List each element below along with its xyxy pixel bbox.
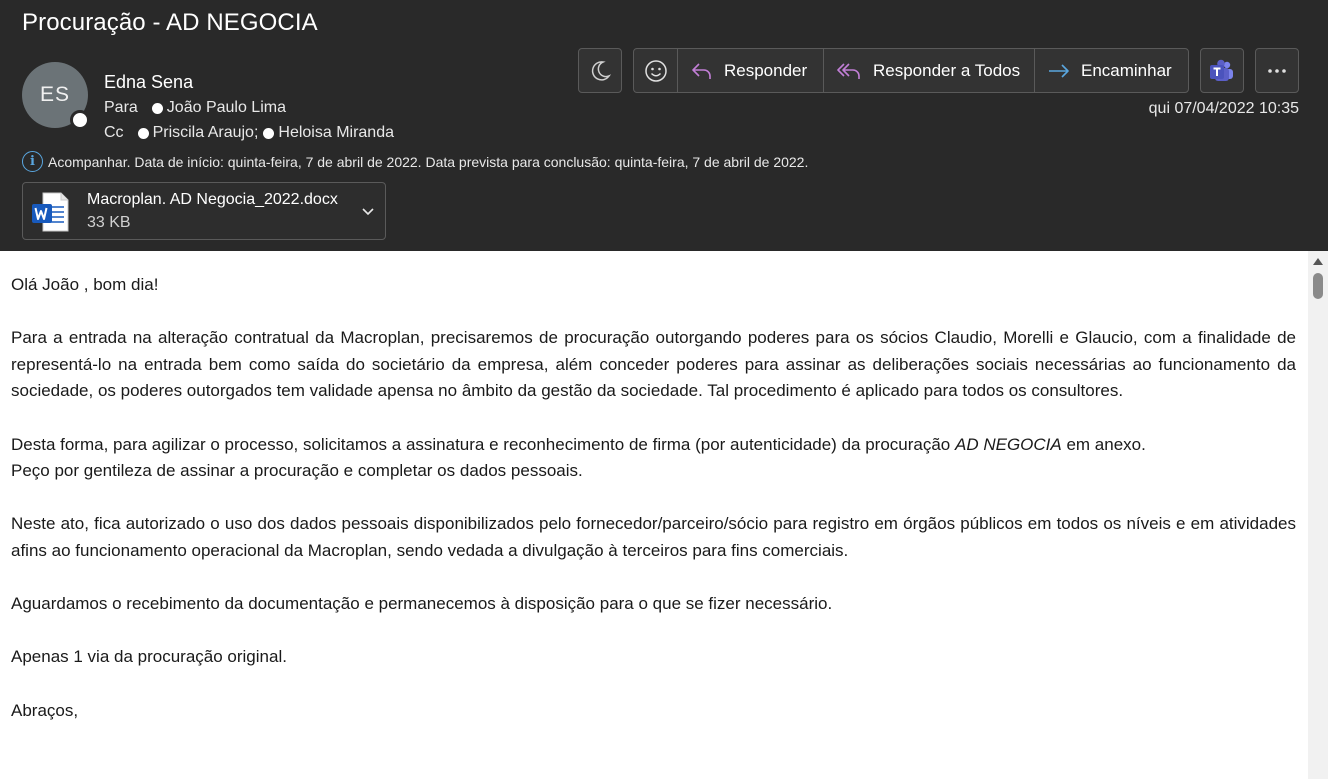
- to-label: Para: [104, 99, 138, 116]
- follow-up-info: i Acompanhar. Data de início: quinta-fei…: [22, 151, 808, 172]
- more-icon: [1268, 68, 1286, 73]
- attachment-name: Macroplan. AD Negocia_2022.docx: [87, 191, 338, 208]
- reply-all-button[interactable]: Responder a Todos: [824, 49, 1035, 92]
- reply-all-icon: [837, 62, 860, 79]
- scroll-up-arrow-icon[interactable]: [1313, 258, 1323, 265]
- email-subject: Procuração - AD NEGOCIA: [22, 9, 318, 36]
- body-paragraph: Para a entrada na alteração contratual d…: [11, 328, 1296, 401]
- more-actions-button[interactable]: [1255, 48, 1299, 93]
- greeting: Olá João , bom dia!: [11, 275, 159, 294]
- reply-icon: [692, 62, 711, 79]
- body-paragraph: Apenas 1 via da procuração original.: [11, 647, 287, 667]
- body-text: em anexo.: [1061, 434, 1146, 454]
- recipient-cc[interactable]: Priscila Araujo;: [137, 124, 259, 142]
- reaction-button[interactable]: [634, 49, 678, 92]
- teams-icon: [1210, 59, 1233, 81]
- forward-label: Encaminhar: [1081, 60, 1172, 80]
- recipient-name: Heloisa Miranda: [278, 124, 394, 141]
- forward-icon: [1049, 63, 1069, 78]
- teams-button[interactable]: [1200, 48, 1244, 93]
- vertical-scrollbar[interactable]: [1308, 251, 1328, 779]
- info-icon: i: [22, 151, 43, 172]
- body-text: Desta forma, para agilizar o processo, s…: [11, 434, 955, 454]
- cc-label: Cc: [104, 124, 124, 141]
- attachment-card[interactable]: Macroplan. AD Negocia_2022.docx 33 KB: [22, 182, 386, 240]
- body-text: Peço por gentileza de assinar a procuraç…: [11, 461, 583, 481]
- word-file-icon: [32, 192, 69, 232]
- presence-status-icon: [70, 110, 90, 130]
- avatar-initials: ES: [39, 83, 70, 106]
- message-body: Olá João , bom dia! Para a entrada na al…: [0, 251, 1308, 779]
- presence-dot-icon: [151, 102, 163, 114]
- forward-button[interactable]: Encaminhar: [1035, 49, 1188, 92]
- attachment-size: 33 KB: [87, 214, 131, 231]
- emoji-icon: [644, 59, 667, 82]
- reply-button[interactable]: Responder: [678, 49, 824, 92]
- recipient-name: João Paulo Lima: [166, 99, 286, 116]
- presence-dot-icon: [263, 127, 275, 139]
- sender-name[interactable]: Edna Sena: [104, 72, 193, 93]
- body-paragraph: Aguardamos o recebimento da documentação…: [11, 594, 833, 614]
- message-content: Olá João , bom dia! Para a entrada na al…: [0, 251, 1308, 724]
- message-header: Procuração - AD NEGOCIA ES Edna Sena Par…: [0, 0, 1328, 251]
- cc-row: Cc Priscila Araujo; Heloisa Miranda: [104, 124, 399, 142]
- body-emphasis: AD NEGOCIA: [954, 434, 1062, 454]
- chevron-down-icon[interactable]: [361, 204, 375, 218]
- reply-all-label: Responder a Todos: [873, 60, 1021, 80]
- body-paragraph: Neste ato, fica autorizado o uso dos dad…: [11, 514, 1296, 560]
- closing: Abraços,: [11, 700, 79, 720]
- body-paragraph: Desta forma, para agilizar o processo, s…: [11, 432, 1296, 485]
- recipient-name: Priscila Araujo;: [152, 124, 259, 141]
- dark-mode-toggle-button[interactable]: [578, 48, 622, 93]
- to-row: Para João Paulo Lima: [104, 99, 291, 117]
- scroll-thumb[interactable]: [1313, 273, 1323, 299]
- recipient-to[interactable]: João Paulo Lima: [151, 99, 286, 117]
- presence-dot-icon: [137, 127, 149, 139]
- recipient-cc[interactable]: Heloisa Miranda: [263, 124, 394, 142]
- sent-date: qui 07/04/2022 10:35: [1148, 100, 1299, 117]
- follow-up-text: Acompanhar. Data de início: quinta-feira…: [48, 153, 809, 170]
- reply-label: Responder: [724, 60, 808, 80]
- message-actions: Responder Responder a Todos Encaminhar: [633, 48, 1189, 93]
- moon-icon: [591, 60, 612, 81]
